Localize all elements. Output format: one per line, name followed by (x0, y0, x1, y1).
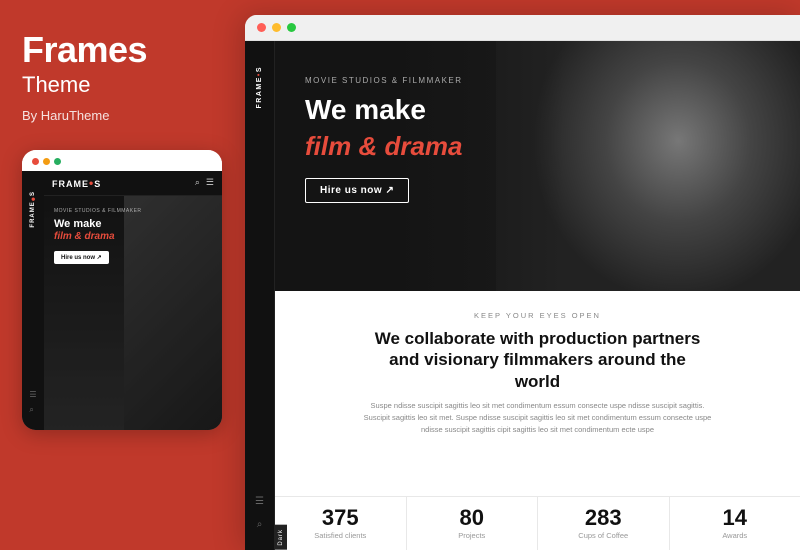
right-panel: FRAME•S ☰ ⌕ MOVIE STUDIOS & FILMMAKER We… (245, 15, 800, 550)
search-icon: ⌕ (29, 405, 36, 415)
mobile-hero-title: We make film & drama (54, 218, 212, 243)
desktop-sidebar: FRAME•S ☰ ⌕ (245, 41, 275, 550)
stat-label-1: Projects (415, 531, 530, 540)
desktop-cta-button[interactable]: Hire us now ↗ (305, 178, 409, 203)
dot-red (32, 158, 39, 165)
desktop-main: MOVIE STUDIOS & FILMMAKER We make film &… (275, 41, 800, 550)
stats-bar: Dark 375 Satisfied clients 80 Projects 2… (275, 496, 800, 550)
stat-number-3: 14 (678, 507, 793, 529)
mobile-menu-icon: ☰ (206, 177, 214, 188)
browser-bar (245, 15, 800, 41)
mobile-search-icon: ⌕ (195, 177, 200, 188)
stat-item-2: 283 Cups of Coffee (538, 497, 670, 550)
desktop-hero-italic: film & drama (305, 132, 463, 161)
desktop-hero: MOVIE STUDIOS & FILMMAKER We make film &… (275, 41, 800, 291)
mobile-sidebar: FRAME•S ☰ ⌕ (22, 171, 44, 430)
mobile-hero: MOVIE STUDIOS & FILMMAKER We make film &… (44, 196, 222, 430)
stat-number-0: 375 (283, 507, 398, 529)
desktop-section2: KEEP YOUR EYES OPEN We collaborate with … (275, 291, 800, 550)
mobile-mockup: FRAME•S ☰ ⌕ FRAME•S ⌕ ☰ (22, 150, 222, 430)
stat-item-3: 14 Awards (670, 497, 800, 550)
desktop-brand-dot: • (256, 72, 263, 76)
desktop-preview: FRAME•S ☰ ⌕ MOVIE STUDIOS & FILMMAKER We… (245, 41, 800, 550)
dot-green (54, 158, 61, 165)
mobile-content: FRAME•S ⌕ ☰ MOVIE STUDIOS & FILMMAKER We… (44, 171, 222, 430)
mobile-hero-italic: film & drama (54, 231, 212, 243)
theme-subtitle: Theme (22, 72, 223, 98)
left-panel: Frames Theme By HaruTheme FRAME•S ☰ ⌕ (0, 0, 245, 550)
mobile-logo: FRAME•S (52, 176, 101, 190)
mobile-sidebar-icons: ☰ ⌕ (29, 390, 36, 415)
mockup-browser-body: FRAME•S ☰ ⌕ FRAME•S ⌕ ☰ (22, 171, 222, 430)
section2-eyebrow: KEEP YOUR EYES OPEN (305, 311, 770, 320)
mockup-dots (32, 158, 61, 165)
mobile-cta-button[interactable]: Hire us now ↗ (54, 251, 109, 264)
section2-title: We collaborate with production partnersa… (305, 328, 770, 392)
browser-dot-red (257, 23, 266, 32)
mobile-tagline: MOVIE STUDIOS & FILMMAKER (54, 208, 212, 214)
hamburger-icon: ☰ (29, 390, 36, 399)
mobile-sidebar-brand: FRAME•S (26, 191, 40, 228)
stat-label-0: Satisfied clients (283, 531, 398, 540)
dark-pill: Dark (275, 525, 287, 550)
desktop-hamburger-icon: ☰ (255, 496, 264, 507)
stat-number-1: 80 (415, 507, 530, 529)
desktop-brand: FRAME•S (256, 66, 263, 109)
browser-dot-yellow (272, 23, 281, 32)
stat-item-1: 80 Projects (407, 497, 539, 550)
mobile-logo-dot: • (26, 196, 40, 201)
stat-item-0: 375 Satisfied clients (275, 497, 407, 550)
theme-title: Frames (22, 30, 223, 70)
theme-author: By HaruTheme (22, 108, 223, 123)
stat-label-3: Awards (678, 531, 793, 540)
mobile-nav-icons: ⌕ ☰ (195, 177, 214, 188)
browser-dot-green (287, 23, 296, 32)
dot-yellow (43, 158, 50, 165)
desktop-tagline: MOVIE STUDIOS & FILMMAKER (305, 76, 463, 85)
desktop-hero-content: MOVIE STUDIOS & FILMMAKER We make film &… (305, 76, 463, 203)
desktop-sidebar-icons: ☰ ⌕ (255, 496, 264, 530)
stat-label-2: Cups of Coffee (546, 531, 661, 540)
stat-number-2: 283 (546, 507, 661, 529)
mockup-top-bar (22, 150, 222, 171)
desktop-hero-title: We make (305, 95, 463, 126)
desktop-search-icon: ⌕ (257, 519, 263, 530)
mobile-nav: FRAME•S ⌕ ☰ (44, 171, 222, 196)
section2-body: Suspe ndisse suscipit sagittis leo sit m… (364, 400, 712, 436)
